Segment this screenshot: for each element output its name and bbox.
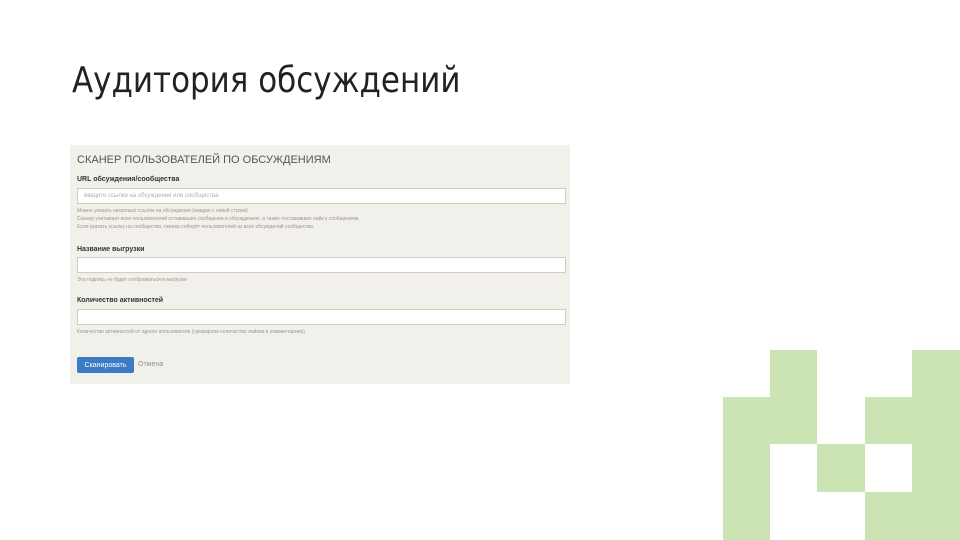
decor-block xyxy=(723,444,770,492)
url-help-line-3: Если указать ссылку на сообщество, скане… xyxy=(77,224,315,230)
cancel-link[interactable]: Отмена xyxy=(138,361,163,368)
decor-block xyxy=(912,444,960,492)
scanner-panel: СКАНЕР ПОЛЬЗОВАТЕЛЕЙ ПО ОБСУЖДЕНИЯМ URL … xyxy=(70,145,570,384)
decor-block xyxy=(817,444,865,492)
decor-block xyxy=(770,397,817,444)
decor-block xyxy=(770,350,817,397)
activity-count-input[interactable] xyxy=(77,309,566,325)
count-help: Количество активностей от одного пользов… xyxy=(77,329,305,335)
decor-block xyxy=(865,397,912,444)
decor-block xyxy=(865,492,912,540)
url-field-label: URL обсуждения/сообщества xyxy=(77,176,180,183)
url-help-line-2: Сканер учитывает всех пользователей оста… xyxy=(77,216,360,222)
name-help: Эта подпись не будет отображаться в выгр… xyxy=(77,277,187,283)
panel-title: СКАНЕР ПОЛЬЗОВАТЕЛЕЙ ПО ОБСУЖДЕНИЯМ xyxy=(77,154,331,166)
decor-block xyxy=(723,492,770,540)
export-name-input[interactable] xyxy=(77,257,566,273)
decor-block xyxy=(723,397,770,444)
url-input[interactable]: введите ссылки на обсуждения или сообщес… xyxy=(77,188,566,204)
decor-block xyxy=(912,350,960,397)
count-field-label: Количество активностей xyxy=(77,297,164,304)
decor-block xyxy=(912,492,960,540)
url-help-line-1: Можно указать несколько ссылок на обсужд… xyxy=(77,208,250,214)
slide-title: Аудитория обсуждений xyxy=(72,60,461,101)
name-field-label: Название выгрузки xyxy=(77,246,145,253)
decor-block xyxy=(912,397,960,444)
scan-button[interactable]: Сканировать xyxy=(77,357,134,373)
